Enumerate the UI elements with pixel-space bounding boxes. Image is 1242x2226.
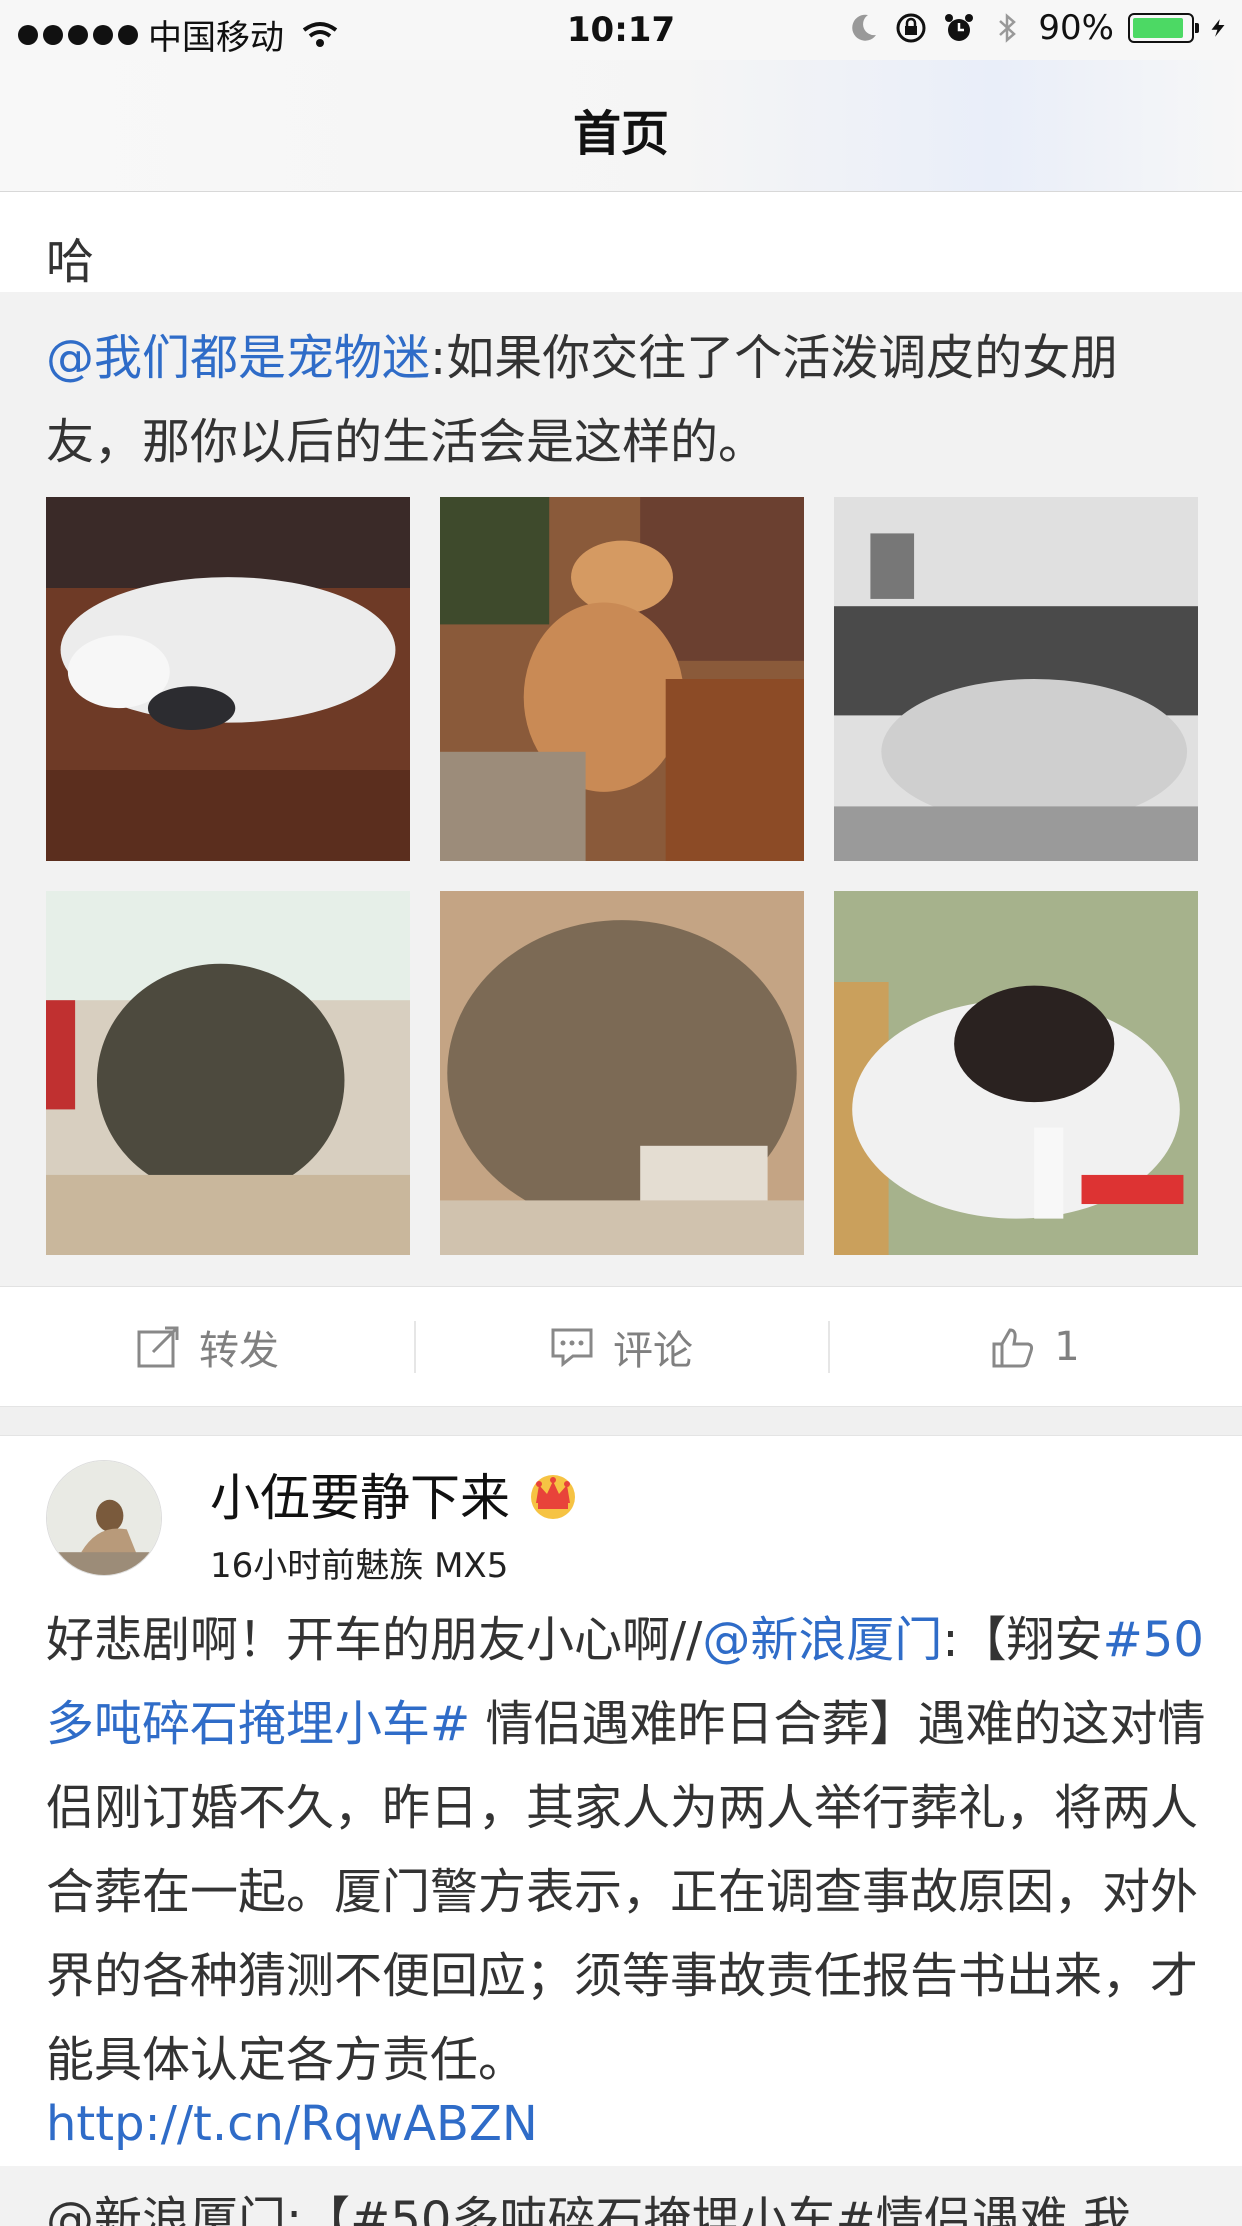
post-body-middle: :【翔安 <box>942 1612 1103 1668</box>
comment-button[interactable]: 评论 <box>414 1287 828 1407</box>
page-title[interactable]: 首页 <box>0 94 1242 164</box>
do-not-disturb-moon-icon <box>852 14 877 41</box>
previous-post-text: 哈 <box>46 234 95 290</box>
image-dog-on-sofa[interactable] <box>834 497 1198 861</box>
repost-label: 转发 <box>199 1328 279 1374</box>
image-spotted-dog-chewing[interactable] <box>834 891 1198 1255</box>
post-link[interactable]: http://t.cn/RqwABZN <box>46 2096 538 2152</box>
avatar[interactable] <box>46 1460 162 1576</box>
image-samoyed-lying[interactable] <box>46 497 410 861</box>
username-label: 小伍要静下来 <box>210 1469 510 1527</box>
action-bar: 转发 评论 1 <box>0 1286 1242 1406</box>
status-right: 90% <box>846 8 1228 48</box>
nav-bar: 首页 <box>0 60 1242 192</box>
post-retweet-text: @新浪厦门:【#50多吨碎石掩埋小车#情侣遇难 我 <box>46 2192 1131 2226</box>
retweet-block[interactable]: @我们都是宠物迷:如果你交往了个活泼调皮的女朋友，那你以后的生活会是这样的。 <box>0 292 1242 1286</box>
image-tabby-cat-resting[interactable] <box>440 891 804 1255</box>
post-username[interactable]: 小伍要静下来 <box>210 1458 582 1530</box>
feed-post[interactable]: 小伍要静下来 16小时前魅族 MX5 好悲剧啊！开车的朋友小心啊//@新浪厦门:… <box>0 1436 1242 2226</box>
status-bar: 中国移动 10:17 90% <box>0 0 1242 60</box>
clipped-text-line <box>46 182 1196 204</box>
repost-button[interactable]: 转发 <box>0 1287 414 1407</box>
like-button[interactable]: 1 <box>828 1287 1242 1407</box>
like-count: 1 <box>1054 1324 1080 1370</box>
post-retweet-preview[interactable]: @新浪厦门:【#50多吨碎石掩埋小车#情侣遇难 我 <box>0 2166 1242 2226</box>
post-body-prefix: 好悲剧啊！开车的朋友小心啊// <box>46 1612 703 1668</box>
post-mention[interactable]: @新浪厦门 <box>702 1612 942 1668</box>
comment-label: 评论 <box>613 1328 693 1374</box>
alarm-icon <box>945 14 974 41</box>
retweet-text: @我们都是宠物迷:如果你交往了个活泼调皮的女朋友，那你以后的生活会是这样的。 <box>46 316 1196 484</box>
previous-post-tail: 哈 <box>0 192 1242 292</box>
repost-icon <box>137 1326 179 1368</box>
image-tabby-cat-on-floor[interactable] <box>46 891 410 1255</box>
battery-percent: 90% <box>1038 8 1114 48</box>
orientation-lock-icon <box>896 13 926 43</box>
post-meta: 16小时前魅族 MX5 <box>210 1546 509 1586</box>
feed-separator <box>0 1406 1242 1436</box>
bluetooth-icon <box>999 13 1017 43</box>
post-body-rest: 情侣遇难昨日合葬】遇难的这对情侣刚订婚不久，昨日，其家人为两人举行葬礼，将两人合… <box>46 1696 1206 2088</box>
battery-icon <box>1128 13 1199 43</box>
thumbs-up-icon <box>992 1328 1034 1368</box>
vip-crown-icon[interactable] <box>524 1467 582 1521</box>
charging-bolt-icon <box>1211 19 1225 37</box>
comment-icon <box>551 1328 593 1368</box>
battery-fill <box>1133 18 1184 38</box>
image-golden-retriever-sitting[interactable] <box>440 497 804 861</box>
retweet-mention[interactable]: @我们都是宠物迷 <box>46 330 430 386</box>
post-body: 好悲剧啊！开车的朋友小心啊//@新浪厦门:【翔安#50多吨碎石掩埋小车# 情侣遇… <box>46 1598 1206 2102</box>
